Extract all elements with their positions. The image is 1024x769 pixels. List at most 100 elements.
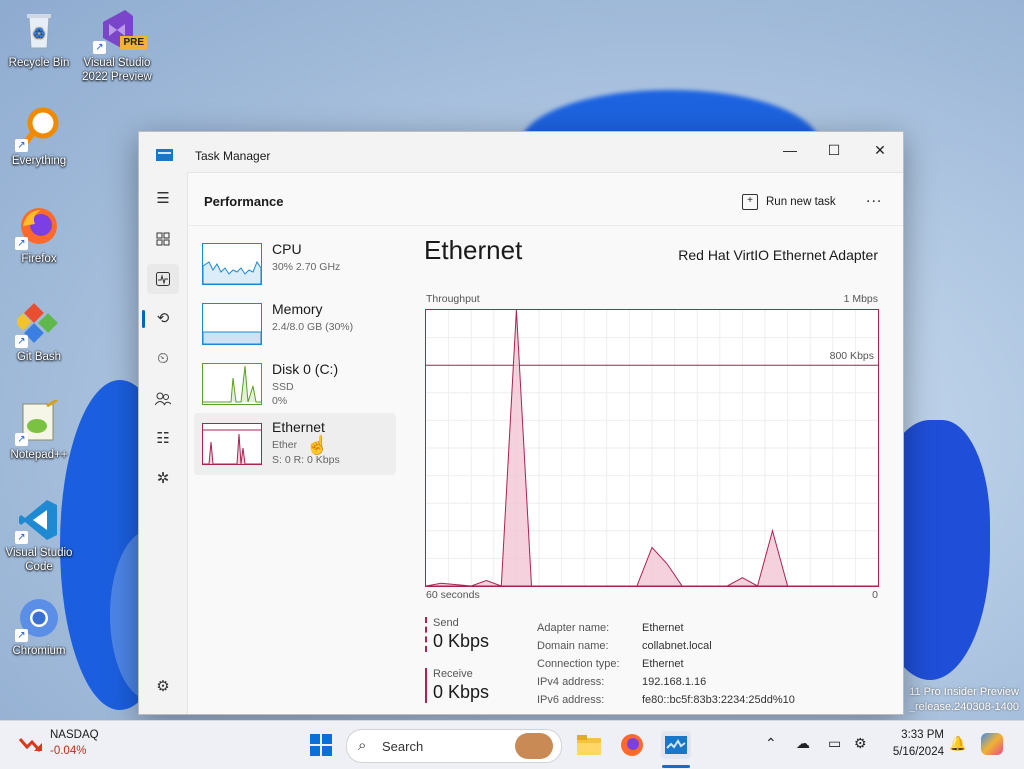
receive-stat: Receive 0 Kbps bbox=[425, 668, 522, 703]
shortcut-arrow-icon: ↗ bbox=[15, 433, 28, 446]
page-title: Performance bbox=[204, 194, 284, 209]
perf-item-ethernet[interactable]: Ethernet Ether S: 0 R: 0 Kbps ☝ bbox=[194, 413, 396, 475]
task-manager-taskbar-icon[interactable] bbox=[661, 731, 691, 759]
shortcut-arrow-icon: ↗ bbox=[15, 237, 28, 250]
watermark-line-2: _release.240308-1400 bbox=[908, 701, 1019, 713]
desktop-icon-notepad-plus-plus[interactable]: ↗ Notepad++ bbox=[1, 398, 77, 462]
perf-item-memory[interactable]: Memory 2.4/8.0 GB (30%) bbox=[194, 293, 396, 355]
notifications-bell-icon[interactable]: 🔔 bbox=[949, 735, 966, 752]
shortcut-arrow-icon: ↗ bbox=[15, 335, 28, 348]
perf-item-name: Memory bbox=[272, 301, 323, 317]
users-icon[interactable] bbox=[147, 384, 179, 414]
watermark-line-1: 11 Pro Insider Preview bbox=[909, 686, 1019, 698]
onedrive-cloud-icon[interactable]: ☁ bbox=[796, 735, 810, 752]
clock-time[interactable]: 3:33 PM bbox=[880, 729, 944, 741]
mouse-cursor-icon: ☝ bbox=[306, 435, 329, 455]
perf-item-name: Disk 0 (C:) bbox=[272, 361, 339, 377]
search-placeholder: Search bbox=[382, 739, 424, 754]
throughput-label: Throughput bbox=[426, 293, 480, 305]
ethernet-detail: Ethernet Red Hat VirtIO Ethernet Adapter… bbox=[420, 233, 880, 706]
close-button[interactable]: ✕ bbox=[857, 136, 903, 166]
ethernet-thumbnail-graph bbox=[202, 423, 262, 465]
hamburger-menu-icon[interactable]: ☰ bbox=[147, 184, 179, 214]
clock-date[interactable]: 5/16/2024 bbox=[880, 746, 944, 758]
perf-item-detail-2: 0% bbox=[272, 395, 288, 407]
navigation-rail: ☰ ⟲ ⏲ ☷ ✲ ⚙ bbox=[139, 172, 187, 714]
processes-icon[interactable] bbox=[147, 224, 179, 254]
stock-name[interactable]: NASDAQ bbox=[50, 729, 99, 741]
pane-header: Performance + Run new task ... bbox=[188, 173, 903, 226]
perf-item-detail: 30% 2.70 GHz bbox=[272, 261, 341, 273]
send-value: 0 Kbps bbox=[433, 631, 490, 651]
desktop-icon-chromium[interactable]: ↗ Chromium bbox=[1, 596, 77, 658]
throughput-graph-svg bbox=[425, 309, 878, 587]
startup-apps-icon[interactable]: ⏲ bbox=[147, 344, 179, 374]
desktop-icon-recycle-bin[interactable]: ♻ Recycle Bin bbox=[1, 8, 77, 70]
perf-item-detail: Ether bbox=[272, 439, 298, 451]
info-row: Domain name: collabnet.local bbox=[537, 640, 712, 652]
maximize-button[interactable]: ☐ bbox=[811, 136, 857, 166]
display-icon[interactable]: ▭ bbox=[828, 735, 841, 752]
search-highlight-icon bbox=[515, 733, 553, 759]
performance-pane: Performance + Run new task ... CPU 30% 2… bbox=[187, 172, 903, 714]
max-scale-label: 1 Mbps bbox=[843, 293, 878, 305]
info-row: Adapter name: Ethernet bbox=[537, 622, 684, 634]
line-label: 800 Kbps bbox=[829, 350, 874, 362]
settings-gear-icon[interactable]: ⚙ bbox=[147, 672, 179, 702]
stock-change: -0.04% bbox=[50, 745, 87, 757]
file-explorer-icon[interactable] bbox=[574, 731, 604, 759]
desktop-icon-git-bash[interactable]: ↗ Git Bash bbox=[1, 302, 77, 364]
desktop-icon-everything[interactable]: ↗ Everything bbox=[1, 106, 77, 168]
details-icon[interactable]: ☷ bbox=[147, 424, 179, 454]
send-stat: Send 0 Kbps bbox=[425, 617, 522, 652]
shortcut-arrow-icon: ↗ bbox=[93, 41, 106, 54]
desktop-icon-visual-studio-code[interactable]: ↗ Visual Studio Code bbox=[1, 498, 77, 574]
preview-badge: PRE bbox=[120, 36, 147, 50]
performance-icon[interactable] bbox=[147, 264, 179, 294]
receive-label: Receive bbox=[433, 668, 473, 680]
services-icon[interactable]: ✲ bbox=[147, 464, 179, 494]
window-title: Task Manager bbox=[195, 149, 271, 163]
network-icon[interactable]: ⚙ bbox=[854, 735, 867, 752]
shortcut-arrow-icon: ↗ bbox=[15, 139, 28, 152]
recycle-bin-icon: ♻ bbox=[17, 8, 61, 52]
info-row: IPv4 address: 192.168.1.16 bbox=[537, 676, 707, 688]
run-task-icon: + bbox=[742, 194, 758, 210]
perf-item-detail: SSD bbox=[272, 381, 294, 393]
svg-text:♻: ♻ bbox=[33, 25, 46, 41]
firefox-icon: ↗ bbox=[15, 204, 61, 250]
run-new-task-label: Run new task bbox=[766, 196, 836, 208]
shortcut-arrow-icon: ↗ bbox=[15, 629, 28, 642]
visual-studio-icon: PRE ↗ bbox=[93, 8, 147, 54]
cpu-thumbnail-graph bbox=[202, 243, 262, 285]
firefox-taskbar-icon[interactable] bbox=[617, 731, 647, 759]
adapter-info-table: Adapter name: Ethernet Domain name: collab… bbox=[537, 619, 795, 709]
show-hidden-icons-chevron-icon[interactable]: ⌃ bbox=[765, 735, 777, 752]
everything-search-icon: ↗ bbox=[15, 106, 61, 152]
copilot-icon[interactable] bbox=[981, 733, 1003, 755]
title-bar[interactable]: Task Manager — ☐ ✕ bbox=[139, 132, 903, 172]
git-bash-icon: ↗ bbox=[14, 302, 61, 348]
perf-item-cpu[interactable]: CPU 30% 2.70 GHz bbox=[194, 233, 396, 295]
detail-title: Ethernet bbox=[424, 235, 523, 265]
start-button[interactable] bbox=[306, 731, 336, 759]
perf-item-name: Ethernet bbox=[272, 419, 325, 435]
search-icon: ⌕ bbox=[358, 737, 367, 754]
adapter-description: Red Hat VirtIO Ethernet Adapter bbox=[678, 247, 878, 263]
minimize-button[interactable]: — bbox=[767, 136, 813, 166]
desktop-icon-firefox[interactable]: ↗ Firefox bbox=[1, 204, 77, 266]
perf-item-disk[interactable]: Disk 0 (C:) SSD 0% bbox=[194, 353, 396, 415]
more-options-button[interactable]: ... bbox=[866, 189, 882, 207]
receive-value: 0 Kbps bbox=[433, 682, 490, 702]
info-row: Connection type: Ethernet bbox=[537, 658, 684, 670]
taskbar: NASDAQ -0.04% ⌕ Search ⌃ ☁ ▭ ⚙ 3:33 PM 5… bbox=[0, 720, 1024, 769]
app-history-icon[interactable]: ⟲ bbox=[147, 304, 179, 334]
vscode-icon: ↗ bbox=[15, 498, 61, 544]
desktop-icon-visual-studio-2022-preview[interactable]: PRE ↗ Visual Studio 2022 Preview bbox=[79, 8, 155, 84]
stock-widget-icon[interactable] bbox=[18, 733, 44, 755]
taskbar-search-box[interactable]: ⌕ Search bbox=[346, 729, 562, 763]
memory-thumbnail-graph bbox=[202, 303, 262, 345]
run-new-task-button[interactable]: + Run new task bbox=[742, 191, 836, 213]
disk-thumbnail-graph bbox=[202, 363, 262, 405]
info-row: IPv6 address: fe80::bc5f:83b3:2234:25dd%1… bbox=[537, 694, 795, 706]
